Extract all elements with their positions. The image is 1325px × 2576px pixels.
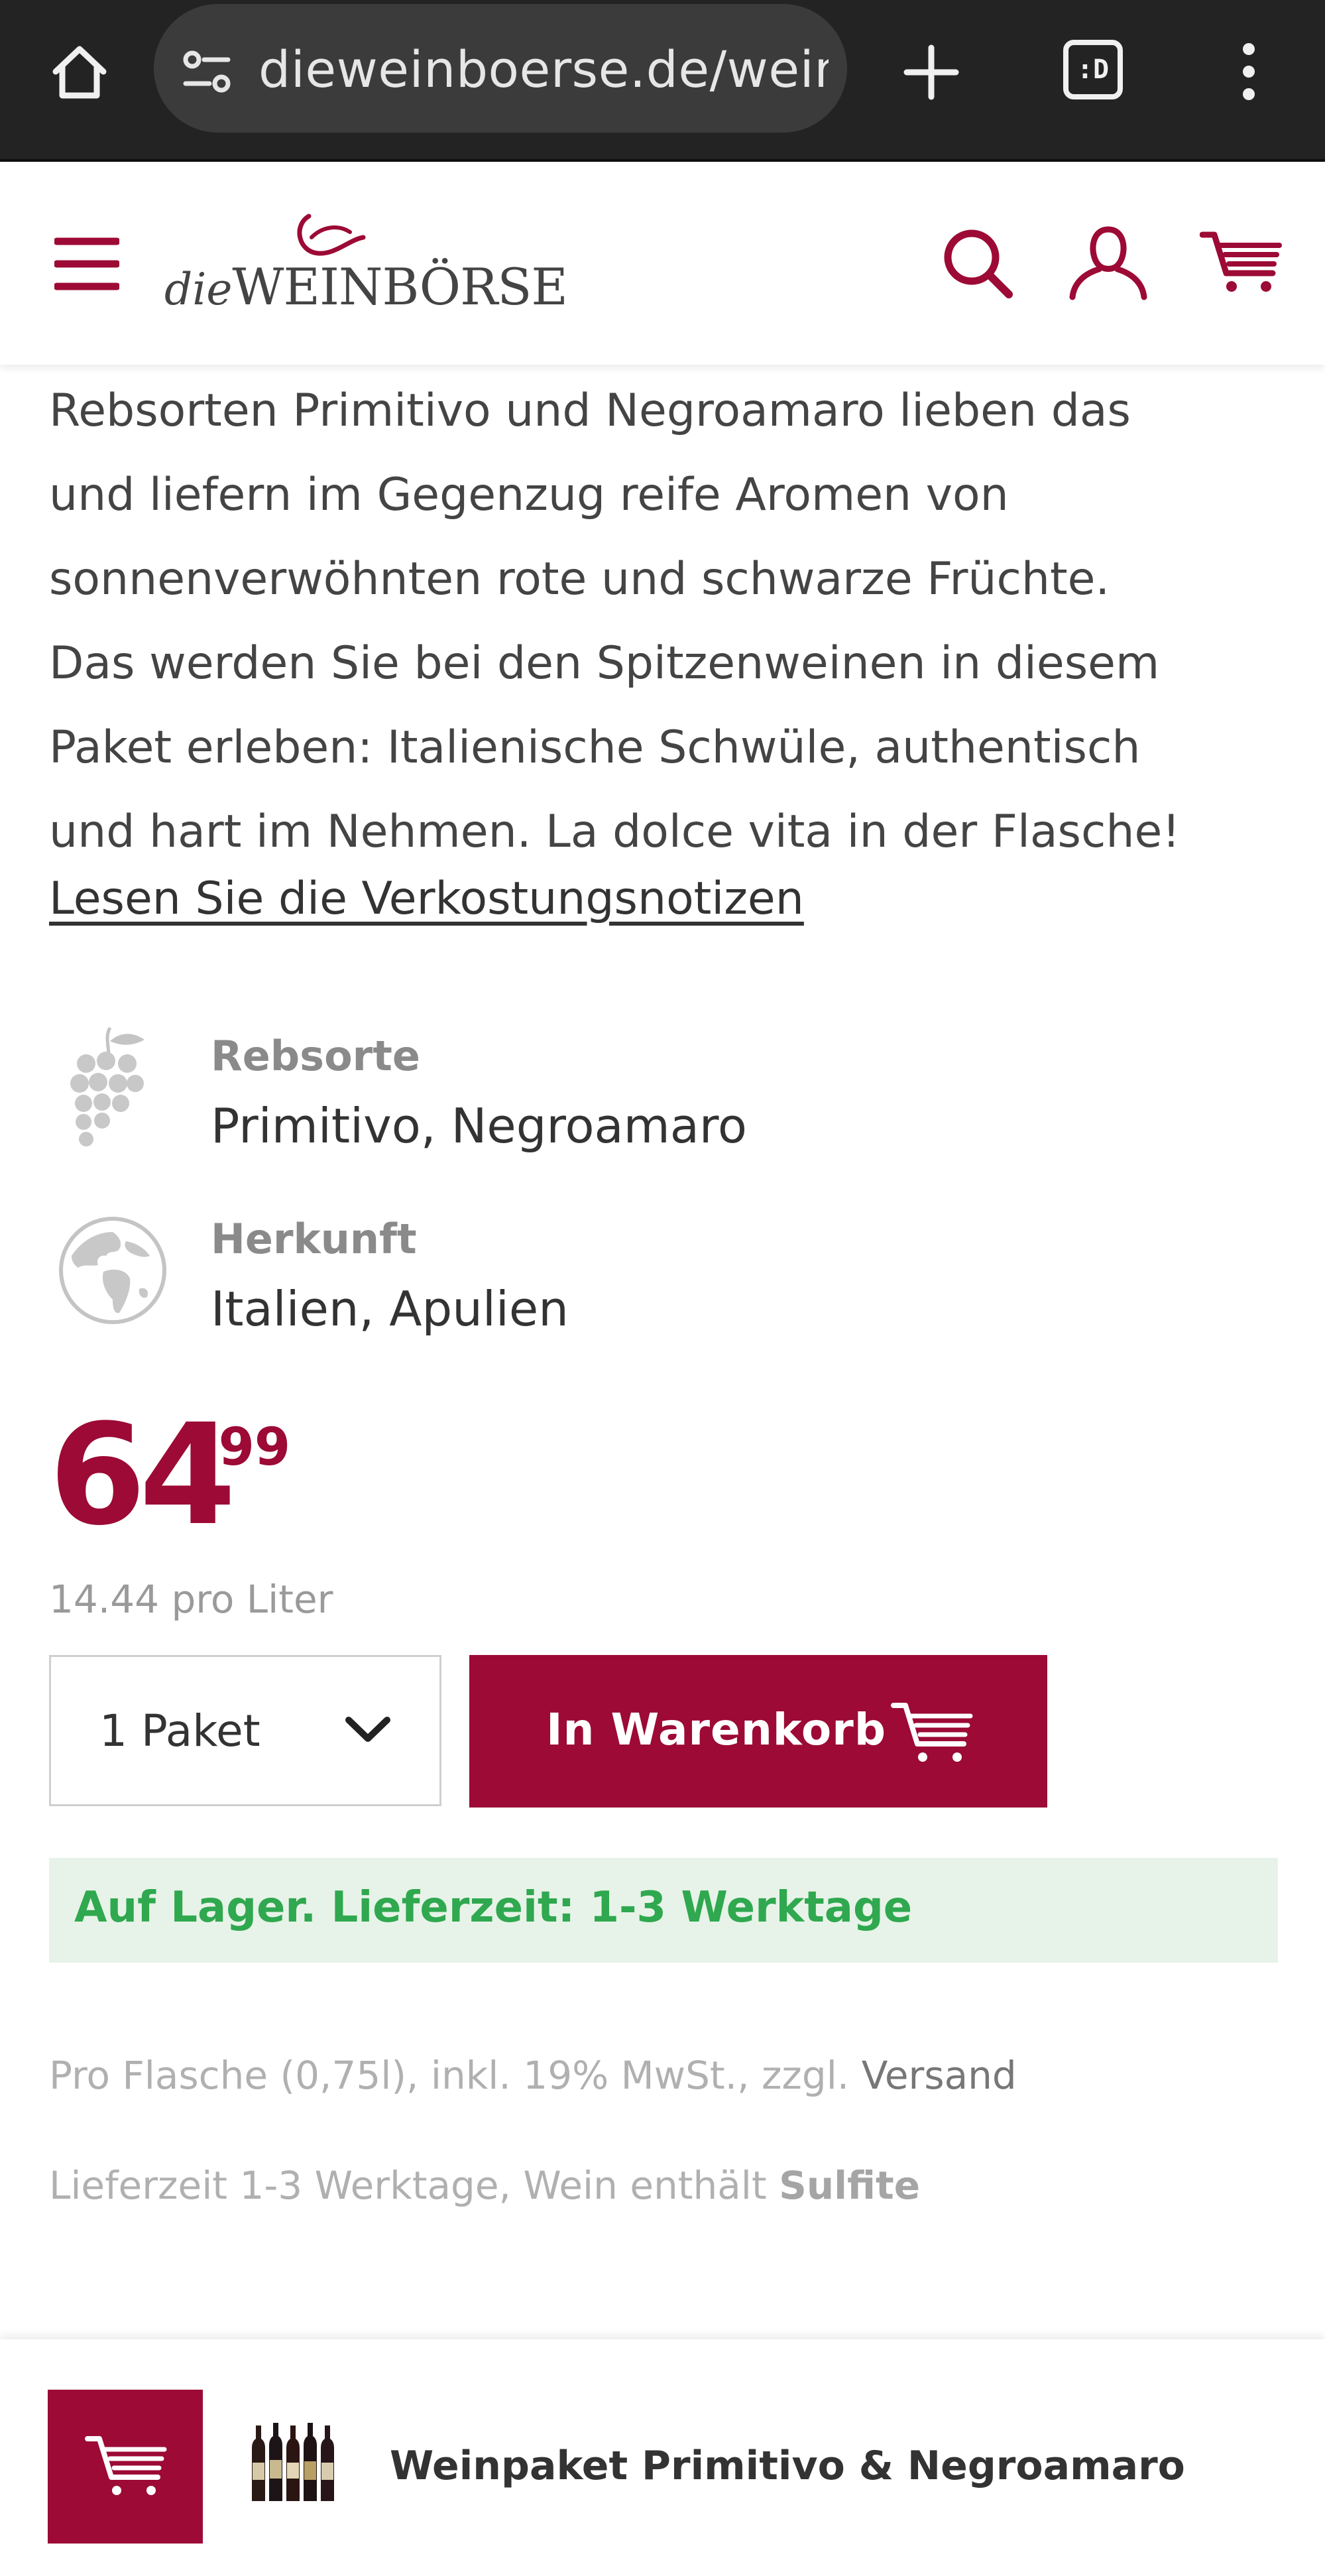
- delivery-note-text: Lieferzeit 1-3 Werktage, Wein enthält: [49, 2163, 779, 2208]
- add-to-cart-label: In Warenkorb: [546, 1704, 887, 1755]
- price-cents: ,99: [199, 1418, 291, 1477]
- tax-shipping-note: Pro Flasche (0,75l), inkl. 19% MwSt., zz…: [49, 2053, 1017, 2098]
- product-description: Rebsorten Primitivo und Negroamaro liebe…: [49, 369, 1295, 874]
- attribute-value: Primitivo, Negroamaro: [211, 1098, 747, 1154]
- tab-count: :D: [1076, 54, 1110, 85]
- logo-swirl: [297, 214, 366, 256]
- cart-icon: [891, 1703, 973, 1762]
- attribute-label: Rebsorte: [211, 1032, 420, 1080]
- url-text[interactable]: dieweinboerse.de/wein: [259, 40, 829, 99]
- description-line: Paket erleben: Italienische Schwüle, aut…: [49, 721, 1141, 774]
- site-logo[interactable]: dieWEINBÖRSE: [164, 257, 568, 316]
- product-thumbnail: [252, 2423, 334, 2501]
- site-settings-icon[interactable]: [179, 44, 235, 99]
- quantity-value: 1 Paket: [99, 1705, 260, 1756]
- shipping-link[interactable]: Versand: [862, 2053, 1017, 2098]
- sulfite-link[interactable]: Sulfite: [779, 2163, 920, 2208]
- stock-status-text: Auf Lager. Lieferzeit: 1-3 Werktage: [74, 1883, 913, 1932]
- more-options-icon[interactable]: [1236, 40, 1262, 103]
- cart-icon[interactable]: [1200, 228, 1283, 294]
- tab-switcher-button[interactable]: :D: [1063, 40, 1123, 99]
- new-tab-icon[interactable]: [901, 42, 961, 102]
- price-per-liter: 14.44 pro Liter: [49, 1577, 333, 1622]
- chevron-down-icon: [345, 1717, 390, 1742]
- menu-icon[interactable]: [54, 236, 119, 292]
- home-icon[interactable]: [46, 38, 113, 105]
- attribute-value: Italien, Apulien: [211, 1281, 569, 1337]
- description-line: und liefern im Gegenzug reife Aromen von: [49, 469, 1009, 521]
- search-icon[interactable]: [940, 225, 1014, 300]
- description-line: sonnenverwöhnten rote und schwarze Früch…: [49, 553, 1110, 605]
- cart-icon: [85, 2436, 167, 2495]
- account-icon[interactable]: [1068, 223, 1148, 301]
- logo-name: WEINBÖRSE: [232, 257, 567, 316]
- tax-note-text: Pro Flasche (0,75l), inkl. 19% MwSt., zz…: [49, 2053, 862, 2098]
- description-line: Das werden Sie bei den Spitzenweinen in …: [49, 637, 1160, 690]
- sticky-product-name: Weinpaket Primitivo & Negroamaro: [390, 2443, 1185, 2489]
- description-line: und hart im Nehmen. La dolce vita in der…: [49, 806, 1181, 858]
- grape-icon: [70, 1026, 144, 1146]
- description-line: Rebsorten Primitivo und Negroamaro liebe…: [49, 385, 1131, 437]
- delivery-note: Lieferzeit 1-3 Werktage, Wein enthält Su…: [49, 2163, 920, 2208]
- globe-icon: [59, 1217, 166, 1324]
- logo-prefix: die: [164, 264, 233, 315]
- tasting-notes-link[interactable]: Lesen Sie die Verkostungsnotizen: [49, 873, 804, 925]
- attribute-label: Herkunft: [211, 1215, 417, 1263]
